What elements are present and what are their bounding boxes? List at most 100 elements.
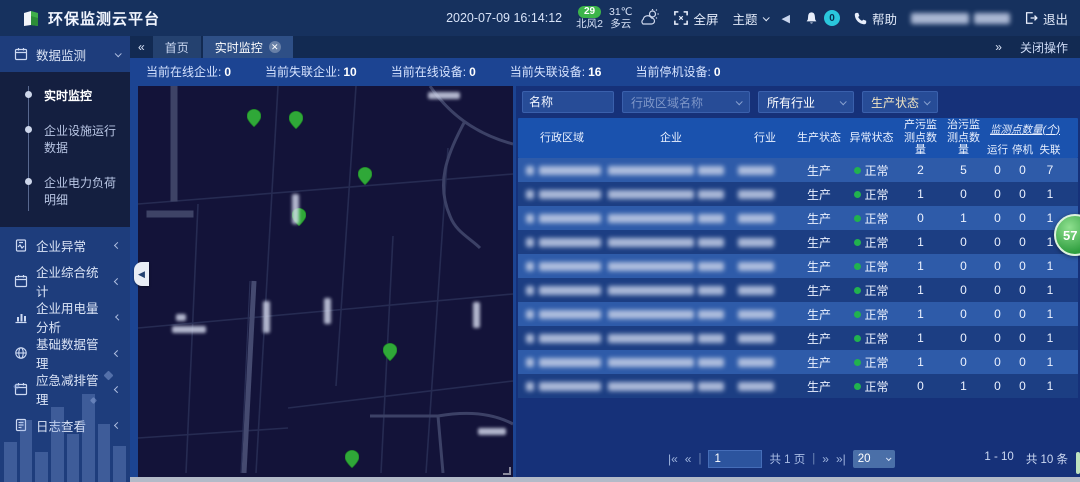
cell-pollution-count: 0 bbox=[899, 379, 942, 393]
stat-item: 当前失联企业:10 bbox=[265, 63, 357, 80]
first-page-button[interactable]: |« bbox=[668, 452, 678, 466]
fullscreen-button[interactable]: 全屏 bbox=[674, 9, 718, 28]
cell-pollution-count: 1 bbox=[899, 331, 942, 345]
sidebar-submenu-item[interactable]: 实时监控 bbox=[0, 78, 130, 113]
help-button[interactable]: 帮助 bbox=[854, 9, 897, 28]
tabs-scroll-left-button[interactable]: « bbox=[130, 40, 153, 54]
redacted-text bbox=[539, 334, 601, 343]
map-resize-corner[interactable] bbox=[503, 467, 511, 475]
chevron-down-icon bbox=[736, 98, 743, 105]
chevron-left-icon bbox=[114, 278, 121, 285]
cell-lost-count: 1 bbox=[1035, 283, 1065, 297]
redacted-text bbox=[539, 382, 601, 391]
col-header-abnormal: 异常状态 bbox=[844, 132, 899, 145]
cell-company bbox=[606, 310, 736, 319]
map-pin-marker[interactable] bbox=[289, 111, 303, 129]
redacted-text bbox=[539, 262, 601, 271]
industry-select[interactable]: 所有行业 bbox=[758, 91, 854, 113]
sidebar: 数据监测 实时监控 企业设施运行数据 企业电力负荷明细 bbox=[0, 36, 130, 482]
notification-button[interactable]: 0 bbox=[804, 10, 840, 26]
chevron-down-icon bbox=[924, 98, 931, 105]
table-row[interactable]: 生产 正常 0 1 0 0 1 bbox=[518, 206, 1078, 230]
stats-bar: 当前在线企业:0 当前失联企业:10 当前在线设备:0 当前失联设备:16 当前… bbox=[130, 58, 1080, 84]
chevron-down-icon bbox=[886, 455, 892, 461]
stat-item: 当前在线设备:0 bbox=[391, 63, 476, 80]
close-operations-button[interactable]: 关闭操作 bbox=[1020, 39, 1068, 56]
redacted-text bbox=[738, 262, 774, 271]
stat-item: 当前失联设备:16 bbox=[510, 63, 602, 80]
sidebar-group-label: 企业综合统计 bbox=[36, 262, 107, 300]
table-row[interactable]: 生产 正常 1 0 0 0 1 bbox=[518, 230, 1078, 254]
chevron-left-icon bbox=[114, 241, 121, 248]
region-select[interactable]: 行政区域名称 bbox=[622, 91, 750, 113]
prev-page-button[interactable]: « bbox=[685, 452, 692, 466]
map-pin-marker[interactable] bbox=[247, 109, 261, 127]
bell-icon bbox=[804, 11, 819, 26]
cell-industry bbox=[736, 262, 794, 271]
map-area[interactable] bbox=[138, 86, 513, 477]
name-search-input[interactable] bbox=[522, 91, 614, 113]
sidebar-group-enterprise-abnormal[interactable]: 企业异常 bbox=[0, 227, 130, 263]
submenu-item-label: 实时监控 bbox=[44, 89, 92, 103]
redacted-text bbox=[738, 190, 774, 199]
cell-pollution-count: 1 bbox=[899, 355, 942, 369]
cell-prod-status: 生产 bbox=[794, 186, 844, 203]
redacted-text bbox=[698, 166, 724, 175]
table-row[interactable]: 生产 正常 1 0 0 0 1 bbox=[518, 326, 1078, 350]
sidebar-group-enterprise-stats[interactable]: 企业综合统计 bbox=[0, 263, 130, 299]
pager-divider: | bbox=[812, 453, 815, 465]
table-row[interactable]: 生产 正常 0 1 0 0 1 bbox=[518, 374, 1078, 398]
chevron-down-icon bbox=[840, 98, 847, 105]
cell-treatment-count: 1 bbox=[942, 211, 985, 225]
map-pin-marker[interactable] bbox=[345, 450, 359, 468]
col-header-industry: 行业 bbox=[736, 132, 794, 145]
cell-abnormal-status: 正常 bbox=[844, 234, 899, 251]
table-row[interactable]: 生产 正常 1 0 0 0 1 bbox=[518, 278, 1078, 302]
collapse-header-button[interactable]: ◀ bbox=[782, 12, 790, 25]
redacted-text bbox=[608, 382, 694, 391]
cell-treatment-count: 1 bbox=[942, 379, 985, 393]
sidebar-submenu-item[interactable]: 企业设施运行数据 bbox=[0, 113, 130, 165]
redacted-text bbox=[698, 382, 724, 391]
theme-dropdown[interactable]: 主题 bbox=[732, 9, 767, 28]
table-row[interactable]: 生产 正常 2 5 0 0 7 bbox=[518, 158, 1078, 182]
table-row[interactable]: 生产 正常 1 0 0 0 1 bbox=[518, 254, 1078, 278]
table-body: 生产 正常 2 5 0 0 7 bbox=[518, 158, 1078, 398]
status-text: 正常 bbox=[864, 210, 888, 227]
cell-stop-count: 0 bbox=[1010, 163, 1035, 177]
sidebar-group-data-monitor[interactable]: 数据监测 bbox=[0, 36, 130, 72]
table-row[interactable]: 生产 正常 1 0 0 0 1 bbox=[518, 350, 1078, 374]
production-status-select[interactable]: 生产状态 bbox=[862, 91, 938, 113]
map-collapse-handle[interactable]: ◀ bbox=[134, 262, 149, 286]
table-row[interactable]: 生产 正常 1 0 0 0 1 bbox=[518, 302, 1078, 326]
logout-button[interactable]: 退出 bbox=[1024, 9, 1068, 28]
tab-realtime-monitor[interactable]: 实时监控 ✕ bbox=[203, 36, 293, 58]
next-page-button[interactable]: » bbox=[822, 452, 829, 466]
cell-stop-count: 0 bbox=[1010, 259, 1035, 273]
username-redacted[interactable] bbox=[911, 13, 1010, 24]
cell-run-count: 0 bbox=[985, 211, 1010, 225]
redacted-text bbox=[698, 358, 724, 367]
page-number-input[interactable] bbox=[708, 450, 762, 468]
cell-industry bbox=[736, 166, 794, 175]
map-roads bbox=[138, 86, 513, 473]
tabs-scroll-right-button[interactable]: » bbox=[987, 40, 1010, 54]
tab-home[interactable]: 首页 bbox=[153, 36, 201, 58]
cell-pollution-count: 1 bbox=[899, 187, 942, 201]
page-size-select[interactable]: 20 bbox=[853, 450, 895, 468]
cell-pollution-count: 1 bbox=[899, 283, 942, 297]
tab-close-icon[interactable]: ✕ bbox=[269, 41, 281, 53]
sidebar-group-base-data[interactable]: 基础数据管理 bbox=[0, 335, 130, 371]
sidebar-submenu-item[interactable]: 企业电力负荷明细 bbox=[0, 165, 130, 217]
cell-treatment-count: 5 bbox=[942, 163, 985, 177]
last-page-button[interactable]: »| bbox=[836, 452, 846, 466]
cell-run-count: 0 bbox=[985, 331, 1010, 345]
map-pin-marker[interactable] bbox=[358, 167, 372, 185]
status-text: 正常 bbox=[864, 378, 888, 395]
sidebar-group-power-analysis[interactable]: 企业用电量分析 bbox=[0, 299, 130, 335]
map-pin-marker[interactable] bbox=[383, 343, 397, 361]
table-row[interactable]: 生产 正常 1 0 0 0 1 bbox=[518, 182, 1078, 206]
redacted-text bbox=[738, 334, 774, 343]
scrollbar[interactable] bbox=[1076, 452, 1080, 474]
status-text: 正常 bbox=[864, 330, 888, 347]
